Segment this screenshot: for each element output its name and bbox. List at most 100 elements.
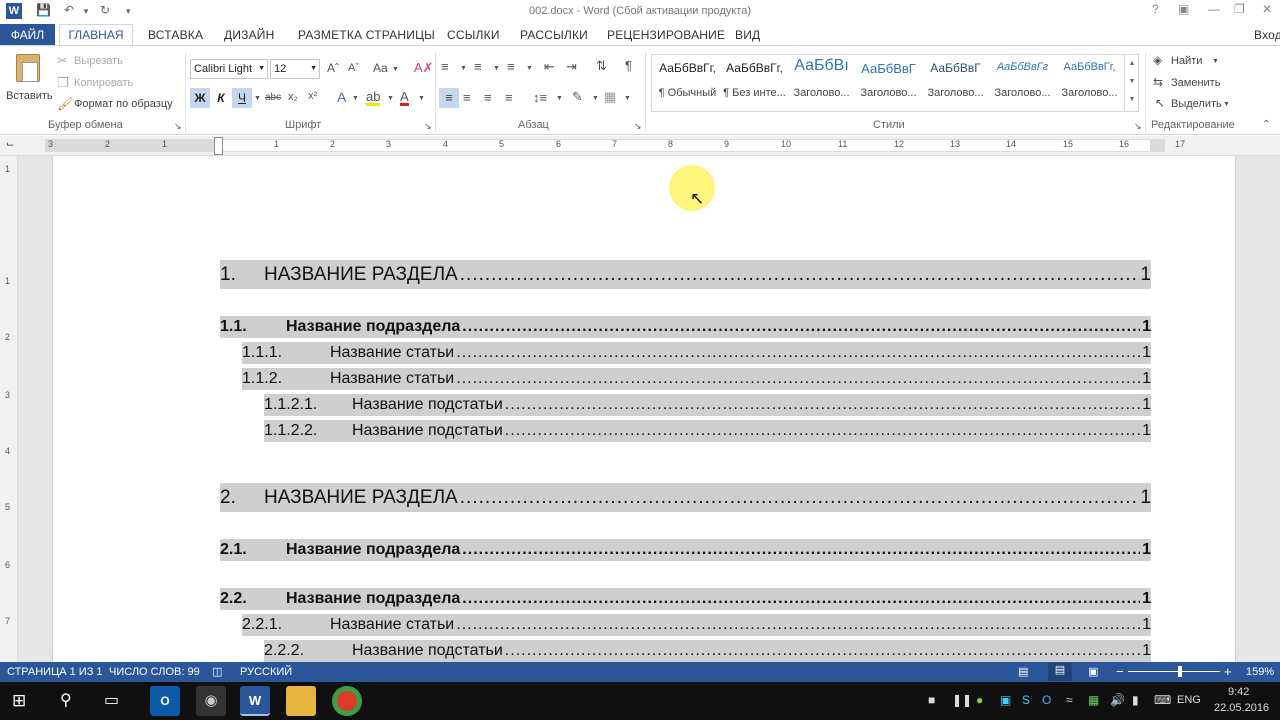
italic-button[interactable]: К: [212, 88, 230, 108]
toc-entry[interactable]: 2. НАЗВАНИЕ РАЗДЕЛА 1: [220, 483, 1151, 512]
justify-icon[interactable]: ≡: [505, 91, 513, 104]
strikethrough-button[interactable]: abc: [265, 93, 281, 103]
toc-entry[interactable]: 1. НАЗВАНИЕ РАЗДЕЛА 1: [220, 260, 1151, 289]
select-dropdown-icon[interactable]: ▼: [1223, 101, 1230, 108]
select-button[interactable]: Выделить: [1171, 98, 1222, 110]
copy-button[interactable]: Копировать: [74, 77, 133, 89]
outlook-icon[interactable]: O: [150, 686, 180, 716]
text-effects-icon[interactable]: A: [337, 90, 346, 104]
clock-date[interactable]: 22.05.2016: [1214, 702, 1269, 714]
toc-entry[interactable]: 1.1. Название подраздела 1: [220, 316, 1151, 338]
shrink-font-icon[interactable]: Aˇ: [348, 63, 359, 74]
input-language[interactable]: ENG: [1177, 694, 1201, 706]
tab-selector[interactable]: ⌙: [6, 139, 14, 150]
style-heading-4[interactable]: АаБбВвГг Заголово...: [989, 55, 1056, 101]
shading-dropdown-icon[interactable]: ▼: [592, 95, 599, 102]
zoom-out-icon[interactable]: −: [1116, 664, 1124, 679]
shading-icon[interactable]: ✎: [572, 90, 583, 103]
toc-entry[interactable]: 1.1.2.1. Название подстатьи 1: [264, 394, 1151, 416]
tab-references[interactable]: ССЫЛКИ: [447, 28, 500, 42]
keyboard-icon[interactable]: ⌨: [1154, 693, 1171, 707]
find-button[interactable]: Найти: [1171, 55, 1202, 67]
zoom-slider[interactable]: [1128, 671, 1220, 672]
tray-skype-icon[interactable]: S: [1022, 693, 1030, 707]
styles-scroll[interactable]: ▲ ▼ ▼: [1124, 55, 1139, 111]
file-explorer-icon[interactable]: [286, 686, 316, 716]
read-mode-icon[interactable]: ▤: [1018, 665, 1028, 678]
multilevel-list-icon[interactable]: ≡: [507, 60, 515, 73]
bullets-icon[interactable]: ≡: [441, 60, 449, 73]
style-normal[interactable]: АаБбВвГг, ¶ Обычный: [654, 55, 721, 101]
numbering-dropdown-icon[interactable]: ▼: [493, 65, 500, 72]
font-name-select[interactable]: Calibri Light ▼: [190, 59, 268, 79]
restore-icon[interactable]: ❐: [1234, 2, 1245, 16]
format-painter-button[interactable]: Формат по образцу: [74, 98, 173, 110]
styles-launcher-icon[interactable]: ↘: [1134, 122, 1142, 131]
word-count[interactable]: ЧИСЛО СЛОВ: 99: [109, 666, 200, 678]
superscript-icon[interactable]: x²: [308, 91, 317, 102]
bullets-dropdown-icon[interactable]: ▼: [460, 65, 467, 72]
bold-button[interactable]: Ж: [190, 88, 210, 108]
camera-app-icon[interactable]: ◉: [196, 686, 226, 716]
clock-time[interactable]: 9:42: [1228, 686, 1249, 698]
help-icon[interactable]: ?: [1152, 2, 1159, 16]
numbering-icon[interactable]: ≡: [474, 60, 482, 73]
underline-dropdown-icon[interactable]: ▼: [254, 95, 261, 102]
indent-marker[interactable]: [214, 137, 223, 155]
tab-file[interactable]: ФАЙЛ: [0, 24, 55, 46]
toc-entry[interactable]: 1.1.2.2. Название подстатьи 1: [264, 420, 1151, 442]
subscript-icon[interactable]: x₂: [288, 92, 298, 103]
tab-view[interactable]: ВИД: [735, 28, 760, 42]
grow-font-icon[interactable]: Aˆ: [327, 62, 339, 74]
horizontal-ruler[interactable]: ⌙ 3 2 1 1 2 3 4 5 6 7 8 9 10 11 12 13 14 15 16 17: [0, 136, 1280, 156]
tab-review[interactable]: РЕЦЕНЗИРОВАНИЕ: [607, 28, 725, 42]
highlight-dropdown-icon[interactable]: ▼: [387, 95, 394, 102]
align-left-button[interactable]: ≡: [439, 88, 459, 108]
align-right-icon[interactable]: ≡: [484, 91, 492, 104]
toc-entry[interactable]: 2.2.2. Название подстатьи 1: [264, 640, 1151, 662]
toc-entry[interactable]: 1.1.1. Название статьи 1: [242, 342, 1151, 364]
minimize-icon[interactable]: —: [1208, 2, 1220, 16]
borders-icon[interactable]: ▦: [604, 90, 616, 103]
change-case-button[interactable]: Aa: [373, 62, 388, 74]
collapse-ribbon-icon[interactable]: ⌃: [1262, 120, 1270, 130]
zoom-slider-thumb[interactable]: [1178, 666, 1182, 677]
tab-layout[interactable]: РАЗМЕТКА СТРАНИЦЫ: [298, 28, 435, 42]
underline-button[interactable]: Ч: [232, 88, 252, 108]
style-heading-2[interactable]: АаБбВвГ Заголово...: [855, 55, 922, 101]
proofing-icon[interactable]: ◫: [212, 665, 222, 678]
highlight-icon[interactable]: ab: [366, 90, 381, 106]
text-effects-dropdown-icon[interactable]: ▼: [352, 95, 359, 102]
zoom-level[interactable]: 159%: [1246, 666, 1274, 678]
style-heading-3[interactable]: АаБбВвГ Заголово...: [922, 55, 989, 101]
find-dropdown-icon[interactable]: ▼: [1212, 58, 1219, 65]
web-layout-icon[interactable]: ▣: [1088, 665, 1098, 678]
line-spacing-icon[interactable]: ↕≡: [533, 91, 547, 104]
align-center-icon[interactable]: ≡: [463, 91, 471, 104]
sign-in-link[interactable]: Вход: [1254, 28, 1280, 42]
tray-stop-icon[interactable]: ■: [928, 693, 935, 707]
tray-outlook-icon[interactable]: O: [1042, 693, 1051, 707]
multilevel-dropdown-icon[interactable]: ▼: [526, 65, 533, 72]
tab-mailings[interactable]: РАССЫЛКИ: [520, 28, 588, 42]
volume-icon[interactable]: 🔊: [1110, 693, 1125, 707]
wifi-icon[interactable]: ≈: [1066, 693, 1073, 707]
borders-dropdown-icon[interactable]: ▼: [624, 95, 631, 102]
sort-icon[interactable]: ⇅: [596, 59, 607, 72]
line-spacing-dropdown-icon[interactable]: ▼: [556, 95, 563, 102]
paragraph-launcher-icon[interactable]: ↘: [634, 122, 642, 131]
style-heading-1[interactable]: АаБбВı Заголово...: [788, 55, 855, 101]
clipboard-launcher-icon[interactable]: ↘: [174, 122, 182, 131]
font-launcher-icon[interactable]: ↘: [424, 122, 432, 131]
tray-pause-icon[interactable]: ❚❚: [952, 693, 972, 707]
style-no-spacing[interactable]: АаБбВвГг, ¶ Без инте...: [721, 55, 788, 101]
toc-entry[interactable]: 1.1.2. Название статьи 1: [242, 368, 1151, 390]
tab-home[interactable]: ГЛАВНАЯ: [59, 24, 133, 47]
task-view-icon[interactable]: ▭: [104, 690, 119, 710]
chrome-icon[interactable]: [332, 686, 362, 716]
search-icon[interactable]: ⚲: [60, 690, 72, 710]
zoom-in-icon[interactable]: +: [1224, 664, 1232, 679]
print-layout-icon[interactable]: ▤: [1048, 663, 1072, 681]
toc-entry[interactable]: 2.2. Название подраздела 1: [220, 588, 1151, 610]
battery-icon[interactable]: ▮: [1132, 693, 1139, 707]
